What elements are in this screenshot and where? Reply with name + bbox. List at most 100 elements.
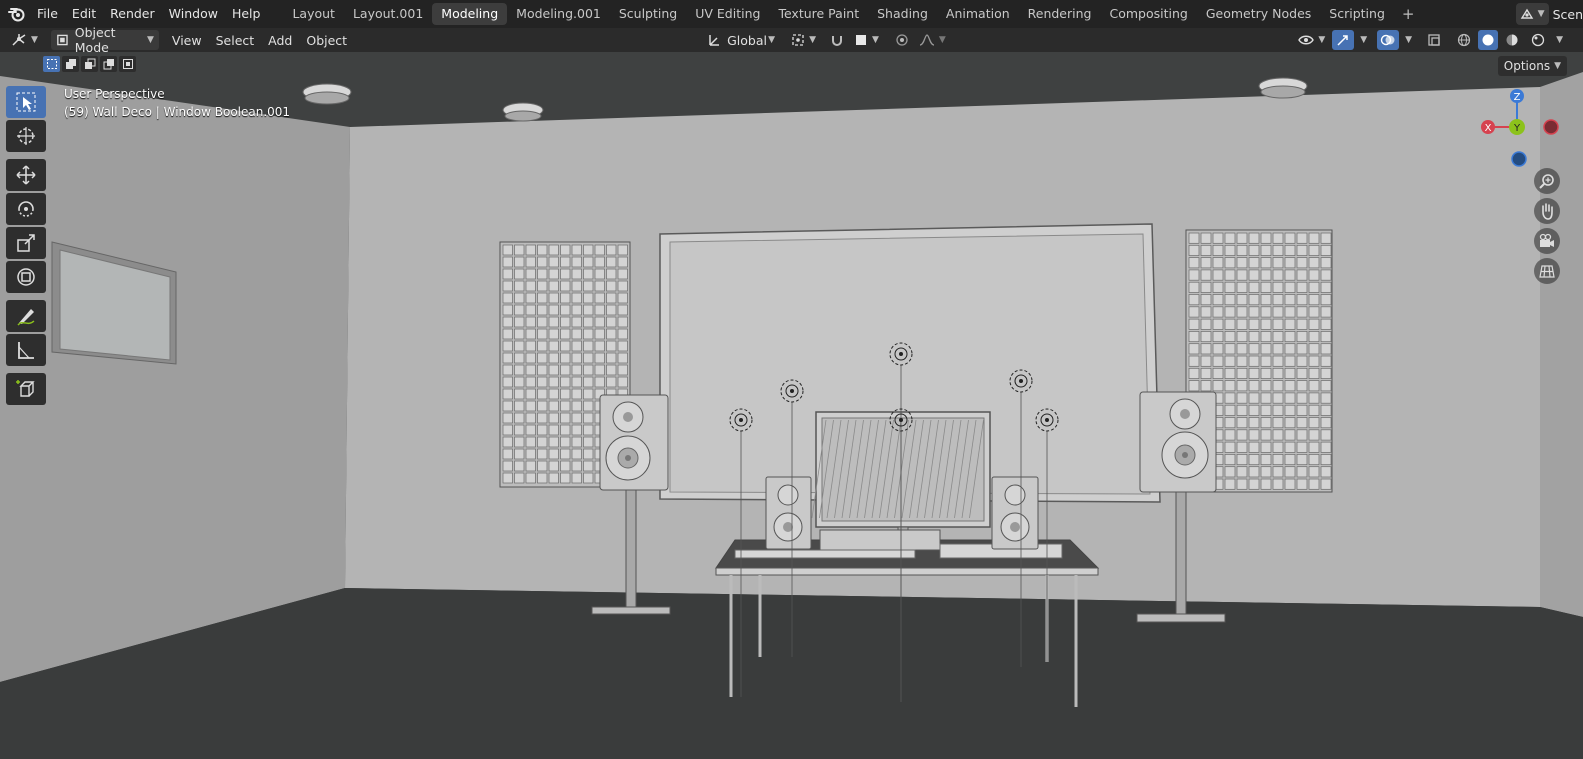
shading-solid-button[interactable]: [1478, 30, 1499, 50]
zoom-button[interactable]: [1534, 168, 1560, 194]
selection-info-label: (59) Wall Deco | Window Boolean.001: [64, 105, 291, 119]
tool-select-box[interactable]: [6, 86, 46, 118]
chevron-down-icon: ▼: [1318, 35, 1326, 45]
snap-target-dropdown[interactable]: ▼: [849, 30, 884, 50]
viewport-header: ▼ Object Mode ▼ View Select Add Object G…: [0, 25, 1583, 55]
proportional-edit-toggle[interactable]: [890, 30, 914, 50]
menu-help[interactable]: Help: [225, 0, 268, 28]
viewport-display-controls: ▼ ▼ ▼ ▼: [1293, 30, 1563, 50]
chevron-down-icon[interactable]: ▼: [1360, 35, 1367, 45]
pivot-point-dropdown[interactable]: ▼: [786, 30, 821, 50]
menu-add[interactable]: Add: [263, 30, 297, 50]
select-intersect-icon: [122, 59, 133, 69]
add-workspace-button[interactable]: +: [1394, 5, 1423, 23]
select-subtract-button[interactable]: [81, 56, 98, 72]
pan-button[interactable]: [1534, 198, 1560, 224]
tool-scale[interactable]: [6, 227, 46, 259]
scene-name[interactable]: Scen: [1553, 7, 1583, 22]
menu-object[interactable]: Object: [301, 30, 352, 50]
tab-modeling[interactable]: Modeling: [432, 3, 508, 25]
chevron-down-icon: ▼: [1554, 61, 1561, 71]
desk-speaker-left: [765, 476, 812, 550]
tab-compositing[interactable]: Compositing: [1100, 3, 1196, 25]
cursor-icon: [17, 127, 35, 145]
tab-geometry-nodes[interactable]: Geometry Nodes: [1197, 3, 1320, 25]
view-perspective-label: User Perspective: [64, 87, 165, 101]
shading-rendered-button[interactable]: [1526, 30, 1550, 50]
tab-shading[interactable]: Shading: [868, 3, 937, 25]
scene-icon: [1520, 8, 1533, 19]
options-dropdown[interactable]: Options ▼: [1497, 56, 1567, 76]
blender-logo-icon[interactable]: [4, 1, 30, 27]
wireframe-sphere-icon: [1457, 33, 1471, 47]
chevron-down-icon: ▼: [938, 35, 946, 45]
ortho-toggle-button[interactable]: [1534, 258, 1560, 284]
tool-measure[interactable]: [6, 334, 46, 366]
select-extend-button[interactable]: [62, 56, 79, 72]
tool-cursor[interactable]: [6, 120, 46, 152]
tab-animation[interactable]: Animation: [937, 3, 1019, 25]
menu-window[interactable]: Window: [162, 0, 225, 28]
camera-icon: [1539, 233, 1554, 247]
ortho-grid-icon: [1539, 265, 1555, 278]
orientation-icon: [709, 35, 720, 46]
tool-rotate[interactable]: [6, 193, 46, 225]
visibility-dropdown[interactable]: ▼: [1293, 30, 1330, 50]
falloff-dropdown[interactable]: ▼: [914, 30, 951, 50]
tool-annotate[interactable]: [6, 300, 46, 332]
rendered-sphere-icon: [1531, 33, 1545, 47]
magnet-icon: [832, 36, 842, 46]
tab-rendering[interactable]: Rendering: [1019, 3, 1101, 25]
chevron-down-icon[interactable]: ▼: [1405, 35, 1412, 45]
tab-scripting[interactable]: Scripting: [1320, 3, 1394, 25]
transform-orientation-dropdown[interactable]: Global ▼: [702, 30, 780, 50]
menu-select[interactable]: Select: [211, 30, 260, 50]
tab-layout-001[interactable]: Layout.001: [344, 3, 432, 25]
select-invert-button[interactable]: [100, 56, 117, 72]
move-icon: [16, 165, 36, 185]
select-box-icon: [16, 92, 36, 112]
tab-texture-paint[interactable]: Texture Paint: [769, 3, 868, 25]
select-new-button[interactable]: [43, 56, 60, 72]
menu-view[interactable]: View: [167, 30, 207, 50]
editor-type-icon: [12, 34, 26, 46]
tool-move[interactable]: [6, 159, 46, 191]
xray-toggle[interactable]: [1422, 30, 1446, 50]
shading-material-button[interactable]: [1500, 30, 1524, 50]
desk-speaker-right: [991, 476, 1039, 550]
add-cube-icon: [16, 380, 35, 397]
tab-sculpting[interactable]: Sculpting: [610, 3, 686, 25]
chevron-down-icon[interactable]: ▼: [1556, 35, 1563, 45]
rotate-icon: [18, 201, 34, 217]
axis-neg-z-handle[interactable]: [1511, 151, 1527, 167]
ceiling-light: [1258, 77, 1308, 99]
snap-toggle[interactable]: [825, 30, 849, 50]
3d-viewport[interactable]: User Perspective (59) Wall Deco | Window…: [0, 52, 1583, 759]
menu-edit[interactable]: Edit: [65, 0, 103, 28]
editor-type-button[interactable]: ▼: [6, 30, 43, 50]
tool-add-cube[interactable]: [6, 373, 46, 405]
tool-transform[interactable]: [6, 261, 46, 293]
navigation-gizmo[interactable]: Z X Y: [1478, 84, 1568, 169]
axis-neg-x-handle[interactable]: [1543, 119, 1559, 135]
chevron-down-icon: ▼: [1537, 9, 1545, 19]
top-bar: File Edit Render Window Help Layout Layo…: [0, 0, 1583, 28]
workspace-tabs: Layout Layout.001 Modeling Modeling.001 …: [283, 0, 1422, 28]
chevron-down-icon: ▼: [872, 35, 879, 45]
tab-layout[interactable]: Layout: [283, 3, 344, 25]
tab-modeling-001[interactable]: Modeling.001: [507, 3, 610, 25]
ceiling-light: [502, 102, 544, 122]
gizmo-toggle[interactable]: [1332, 30, 1355, 50]
eye-icon: [1298, 35, 1315, 45]
shading-wireframe-button[interactable]: [1452, 30, 1476, 50]
mode-dropdown[interactable]: Object Mode ▼: [50, 25, 159, 55]
scene-selector: ▼ Scen: [1515, 3, 1583, 25]
tab-uv-editing[interactable]: UV Editing: [686, 3, 769, 25]
menu-render[interactable]: Render: [103, 0, 162, 28]
menu-file[interactable]: File: [30, 0, 65, 28]
scene-type-button[interactable]: ▼: [1515, 3, 1549, 25]
overlays-toggle[interactable]: [1377, 30, 1400, 50]
camera-view-button[interactable]: [1534, 228, 1560, 254]
select-intersect-button[interactable]: [119, 56, 136, 72]
gizmo-icon: [1337, 35, 1348, 46]
